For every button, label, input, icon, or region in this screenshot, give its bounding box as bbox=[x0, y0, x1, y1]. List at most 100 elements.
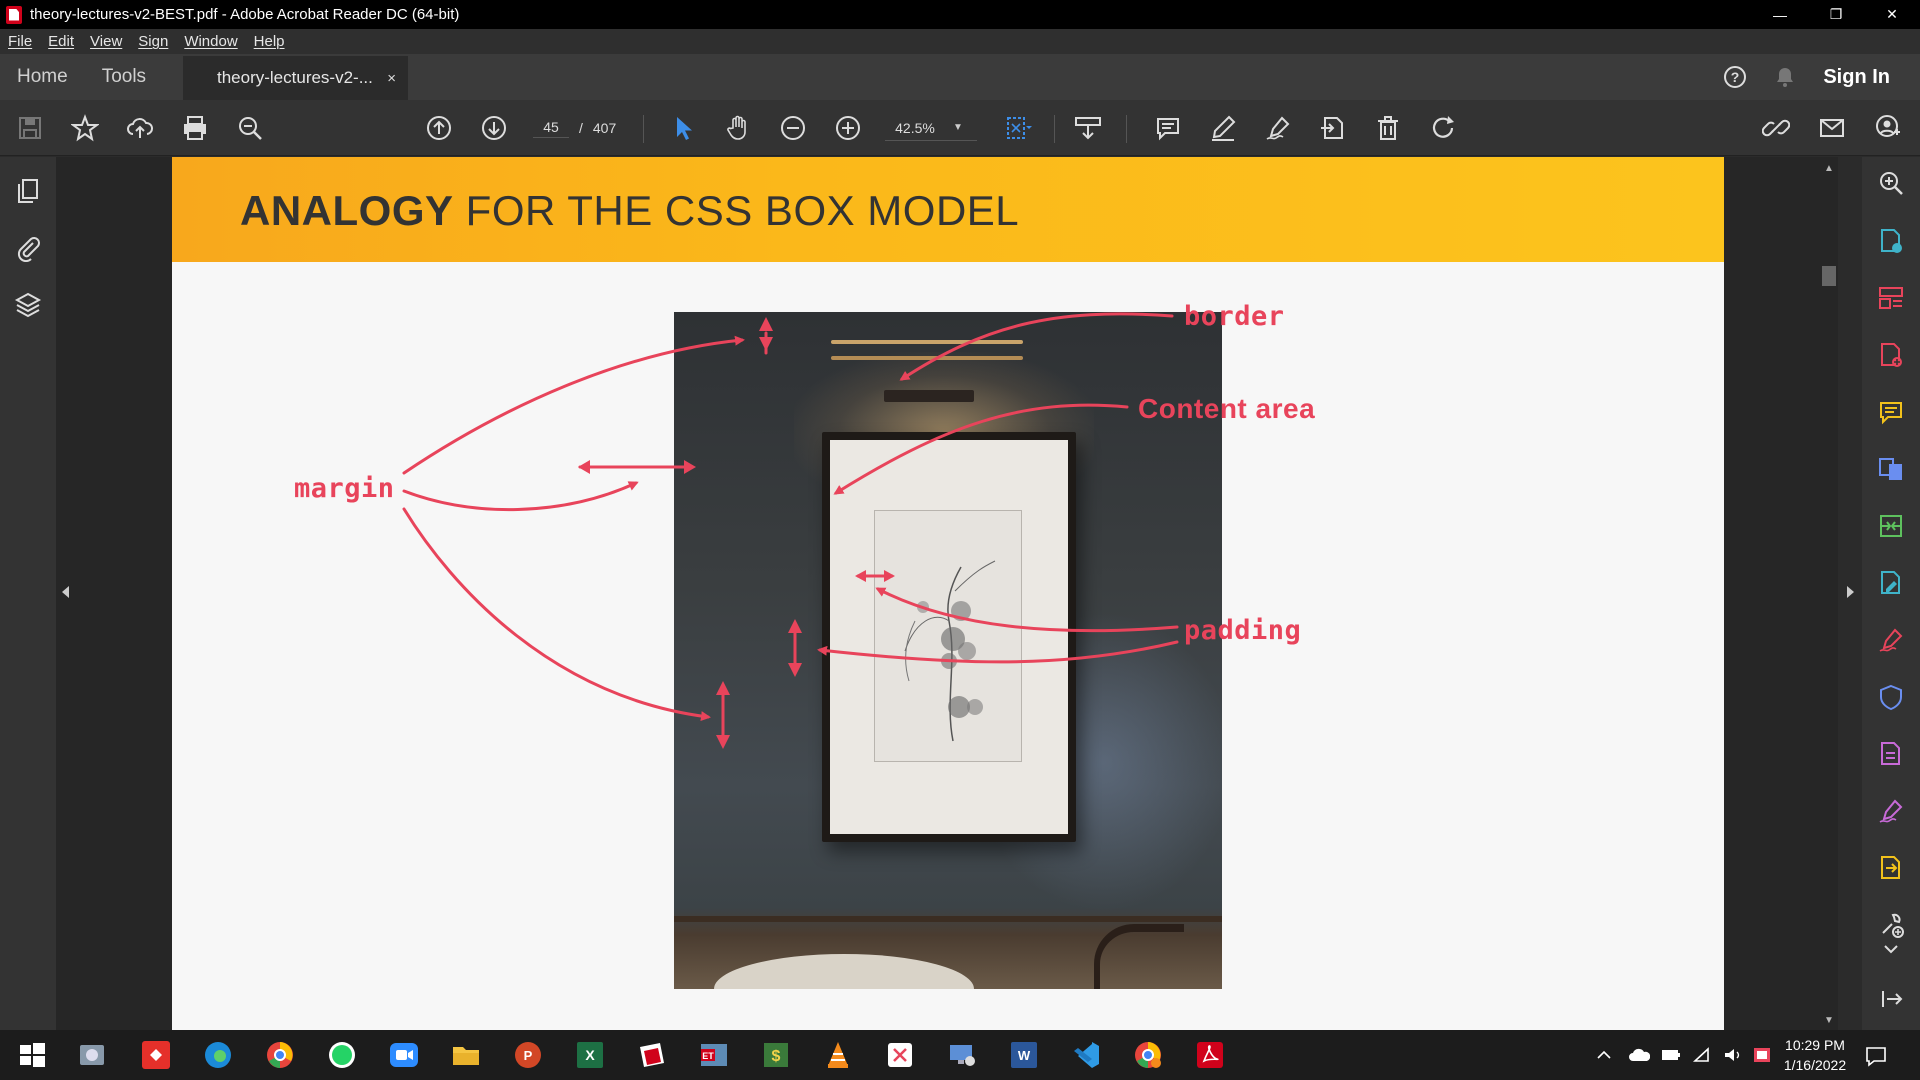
photo-table bbox=[714, 954, 974, 989]
hand-pan-icon[interactable] bbox=[724, 114, 752, 142]
wifi-icon[interactable] bbox=[1692, 1045, 1714, 1065]
acrobat-pro-icon[interactable] bbox=[636, 1039, 668, 1071]
zoom-out-icon[interactable] bbox=[779, 114, 807, 142]
menu-file[interactable]: File bbox=[0, 33, 40, 50]
save-icon[interactable] bbox=[16, 114, 44, 142]
taskbar-clock[interactable]: 10:29 PM 1/16/2022 bbox=[1770, 1035, 1860, 1075]
print-icon[interactable] bbox=[181, 114, 209, 142]
menu-help[interactable]: Help bbox=[246, 33, 293, 50]
menu-edit[interactable]: Edit bbox=[40, 33, 82, 50]
request-signature-icon[interactable] bbox=[1877, 797, 1905, 825]
scrollbar-thumb[interactable] bbox=[1822, 266, 1836, 286]
capture-tool-icon[interactable] bbox=[884, 1039, 916, 1071]
tab-document[interactable]: theory-lectures-v2-... × bbox=[183, 54, 408, 100]
email-icon[interactable] bbox=[1818, 114, 1846, 142]
select-cursor-icon[interactable] bbox=[669, 114, 697, 142]
windows-start-icon[interactable] bbox=[16, 1039, 48, 1071]
volume-speaker-icon[interactable] bbox=[1722, 1045, 1744, 1065]
show-hidden-icons-chevron-icon[interactable] bbox=[1594, 1045, 1614, 1065]
edit-pdf-icon[interactable] bbox=[1877, 569, 1905, 597]
minimize-button[interactable]: — bbox=[1752, 0, 1808, 29]
bookmark-star-icon[interactable] bbox=[71, 114, 99, 142]
anydesk-icon[interactable] bbox=[140, 1039, 172, 1071]
expand-right-panel-icon[interactable] bbox=[1847, 586, 1854, 598]
delete-trash-icon[interactable] bbox=[1374, 114, 1402, 142]
menu-window[interactable]: Window bbox=[176, 33, 245, 50]
file-explorer-icon[interactable] bbox=[450, 1039, 482, 1071]
battery-icon[interactable] bbox=[1660, 1045, 1682, 1065]
help-icon[interactable]: ? bbox=[1723, 65, 1747, 89]
edge-browser-icon[interactable] bbox=[202, 1039, 234, 1071]
document-tab-label: theory-lectures-v2-... bbox=[217, 68, 373, 87]
scroll-mode-icon[interactable] bbox=[1074, 114, 1102, 142]
et-app-icon[interactable]: ET bbox=[698, 1039, 730, 1071]
fill-sign-icon[interactable] bbox=[1877, 626, 1905, 654]
comment-icon[interactable] bbox=[1154, 114, 1182, 142]
expand-left-panel-icon[interactable] bbox=[62, 586, 69, 598]
organize-pages-icon[interactable] bbox=[1877, 284, 1905, 312]
scroll-down-arrow[interactable]: ▼ bbox=[1824, 1015, 1834, 1026]
protect-shield-icon[interactable] bbox=[1877, 683, 1905, 711]
sign-pen-icon[interactable] bbox=[1264, 114, 1292, 142]
powerpoint-icon[interactable]: P bbox=[512, 1039, 544, 1071]
zoom-app-icon[interactable] bbox=[388, 1039, 420, 1071]
chrome-profile-icon[interactable] bbox=[1132, 1039, 1164, 1071]
chevron-down-icon[interactable] bbox=[1877, 937, 1905, 957]
notifications-bell-icon[interactable] bbox=[1773, 65, 1797, 89]
close-tab-button[interactable]: × bbox=[387, 70, 396, 87]
vertical-scrollbar[interactable]: ▲ ▼ bbox=[1820, 157, 1838, 1030]
create-pdf-icon[interactable] bbox=[1877, 341, 1905, 369]
more-tools-icon[interactable] bbox=[1877, 911, 1905, 939]
flower-sketch-image bbox=[904, 560, 996, 742]
vscode-icon[interactable] bbox=[1070, 1039, 1102, 1071]
compress-pdf-icon[interactable] bbox=[1877, 512, 1905, 540]
share-user-icon[interactable] bbox=[1874, 114, 1902, 142]
collapse-panel-icon[interactable] bbox=[1877, 985, 1905, 1013]
menu-sign[interactable]: Sign bbox=[130, 33, 176, 50]
zoom-search-icon[interactable] bbox=[236, 114, 264, 142]
chrome-icon[interactable] bbox=[264, 1039, 296, 1071]
prepare-form-icon[interactable] bbox=[1877, 740, 1905, 768]
rotate-icon[interactable] bbox=[1429, 114, 1457, 142]
page-fit-icon[interactable] bbox=[1004, 114, 1032, 142]
menu-bar: File Edit View Sign Window Help bbox=[0, 29, 1920, 54]
action-center-icon[interactable] bbox=[1864, 1044, 1888, 1068]
upload-cloud-icon[interactable] bbox=[126, 114, 154, 142]
sign-in-button[interactable]: Sign In bbox=[1823, 66, 1890, 89]
photo-chair bbox=[1094, 924, 1184, 989]
toolbar-divider bbox=[1054, 115, 1055, 143]
link-share-icon[interactable] bbox=[1762, 114, 1790, 142]
acrobat-reader-icon[interactable] bbox=[1194, 1039, 1226, 1071]
tab-tools[interactable]: Tools bbox=[85, 66, 163, 88]
search-zoom-icon[interactable] bbox=[1877, 169, 1905, 197]
combine-files-icon[interactable] bbox=[1877, 455, 1905, 483]
vlc-icon[interactable] bbox=[822, 1039, 854, 1071]
remote-desktop-icon[interactable] bbox=[946, 1039, 978, 1071]
svg-text:?: ? bbox=[1731, 69, 1740, 85]
money-manager-icon[interactable]: $ bbox=[760, 1039, 792, 1071]
slide-title-rest: FOR THE CSS BOX MODEL bbox=[453, 187, 1020, 234]
next-page-icon[interactable] bbox=[480, 114, 508, 142]
close-window-button[interactable]: ✕ bbox=[1864, 0, 1920, 29]
menu-view[interactable]: View bbox=[82, 33, 130, 50]
zoom-level-select[interactable]: 42.5% ▼ bbox=[885, 115, 977, 141]
export-edit-icon[interactable] bbox=[1319, 114, 1347, 142]
snipping-tool-icon[interactable] bbox=[76, 1039, 108, 1071]
word-icon[interactable]: W bbox=[1008, 1039, 1040, 1071]
whatsapp-icon[interactable] bbox=[326, 1039, 358, 1071]
page-thumbnails-icon[interactable] bbox=[14, 177, 42, 205]
export-pdf-icon[interactable] bbox=[1877, 227, 1905, 255]
restore-button[interactable]: ❐ bbox=[1808, 0, 1864, 29]
tab-home[interactable]: Home bbox=[0, 66, 85, 88]
previous-page-icon[interactable] bbox=[425, 114, 453, 142]
current-page-input[interactable]: 45 bbox=[533, 119, 569, 138]
comment-tool-icon[interactable] bbox=[1877, 398, 1905, 426]
zoom-in-icon[interactable] bbox=[834, 114, 862, 142]
attachments-paperclip-icon[interactable] bbox=[14, 234, 42, 262]
send-for-review-icon[interactable] bbox=[1877, 854, 1905, 882]
onedrive-cloud-icon[interactable] bbox=[1628, 1045, 1650, 1065]
layers-icon[interactable] bbox=[14, 291, 42, 319]
excel-icon[interactable]: X bbox=[574, 1039, 606, 1071]
scroll-up-arrow[interactable]: ▲ bbox=[1824, 163, 1834, 174]
highlight-pen-icon[interactable] bbox=[1209, 114, 1237, 142]
